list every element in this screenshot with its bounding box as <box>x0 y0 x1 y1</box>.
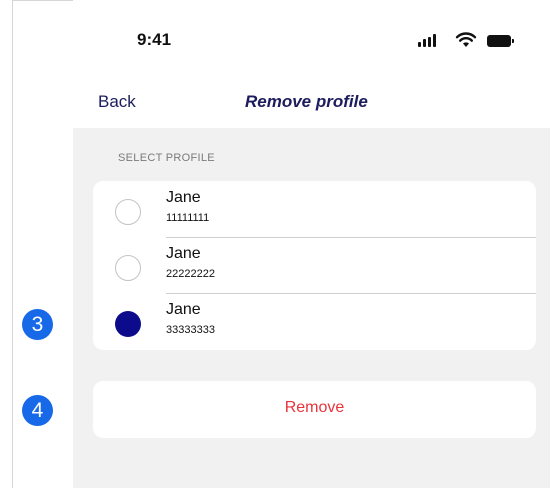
status-time: 9:41 <box>137 30 172 49</box>
back-button[interactable]: Back <box>98 92 136 112</box>
frame-left-border <box>12 0 13 488</box>
remove-button-label: Remove <box>284 399 345 416</box>
phone-screen: 9:41 Back Remove profile SELECT PROFILE … <box>73 0 550 488</box>
battery-icon <box>487 35 514 47</box>
radio-button[interactable] <box>115 199 141 225</box>
step-4-badge: 4 <box>22 395 53 426</box>
content-area: SELECT PROFILE Jane 11111111 Jane 222222… <box>73 128 550 488</box>
profile-name: Jane <box>166 189 201 206</box>
radio-button[interactable] <box>115 255 141 281</box>
remove-button[interactable]: Remove <box>93 381 536 438</box>
profile-number: 11111111 <box>166 212 210 224</box>
section-header: SELECT PROFILE <box>118 152 215 164</box>
radio-button-selected[interactable] <box>115 311 141 337</box>
wifi-icon <box>455 32 477 47</box>
cellular-signal-icon <box>418 34 436 47</box>
profile-row-3[interactable]: Jane 33333333 <box>93 293 536 350</box>
profile-name: Jane <box>166 301 201 318</box>
profile-row-2[interactable]: Jane 22222222 <box>93 237 536 294</box>
profile-row-1[interactable]: Jane 11111111 <box>93 181 536 238</box>
profile-name: Jane <box>166 245 201 262</box>
step-3-badge: 3 <box>22 309 53 340</box>
navigation-bar: Back Remove profile <box>73 80 550 128</box>
profile-number: 33333333 <box>166 324 215 336</box>
profile-list: Jane 11111111 Jane 22222222 Jane 3333333… <box>93 181 536 350</box>
profile-number: 22222222 <box>166 268 215 280</box>
page-title: Remove profile <box>245 92 368 111</box>
status-bar: 9:41 <box>73 0 550 80</box>
